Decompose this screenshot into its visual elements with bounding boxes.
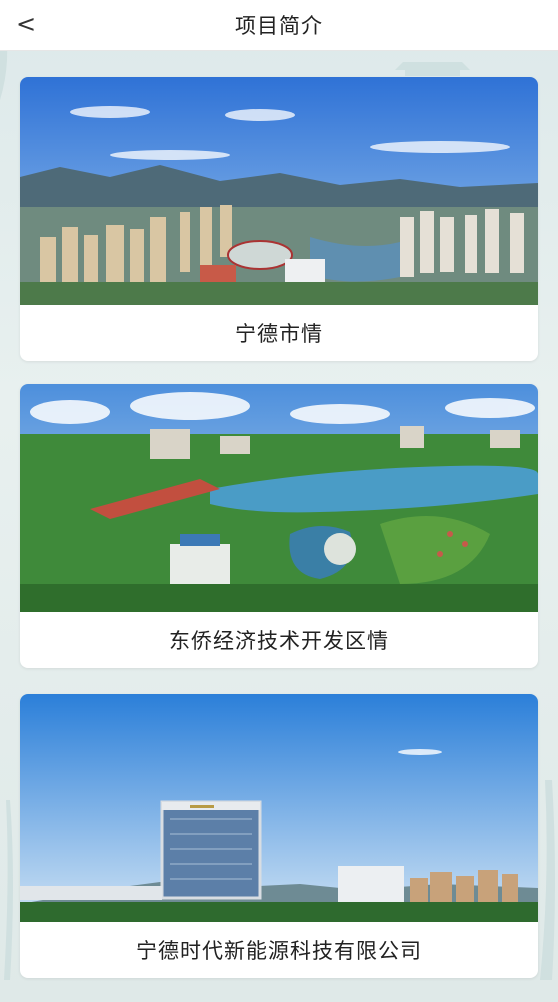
card-ningde-city[interactable]: 宁德市情 — [20, 77, 538, 361]
page-title: 项目简介 — [235, 14, 323, 38]
catl-company-photo — [20, 694, 538, 922]
back-button[interactable]: < — [16, 10, 44, 38]
card-caption: 东侨经济技术开发区情 — [169, 629, 389, 653]
card-caption: 宁德市情 — [235, 322, 323, 346]
card-caption: 宁德时代新能源科技有限公司 — [136, 939, 422, 963]
card-dongqiao-district[interactable]: 东侨经济技术开发区情 — [20, 384, 538, 668]
top-bar: < 项目简介 — [0, 0, 558, 51]
card-catl-company[interactable]: 宁德时代新能源科技有限公司 — [20, 694, 538, 978]
ningde-city-photo — [20, 77, 538, 305]
dongqiao-district-photo — [20, 384, 538, 612]
